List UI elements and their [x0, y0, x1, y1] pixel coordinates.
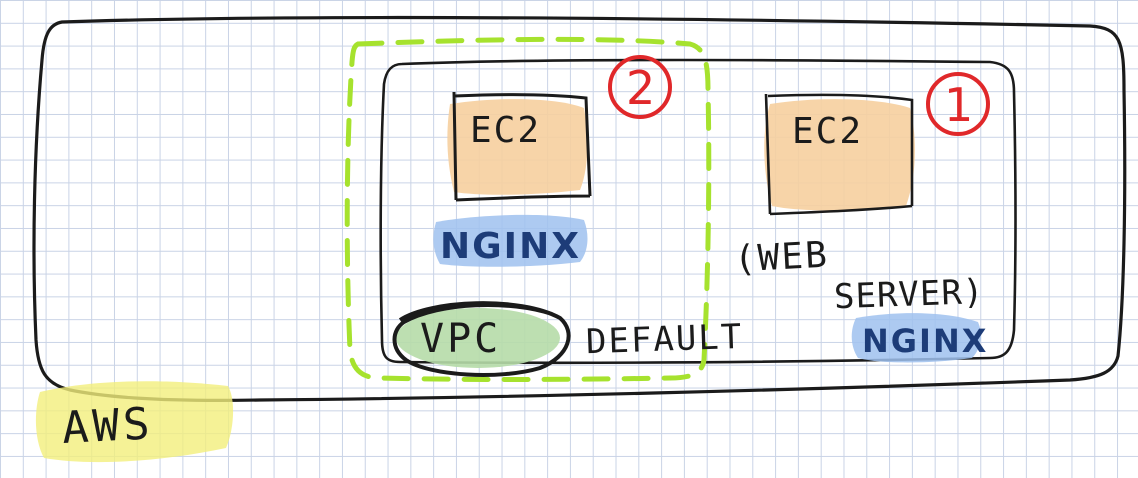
web-server-line2: SERVER) — [833, 272, 985, 317]
nginx-1-label: NGINX — [862, 322, 988, 360]
nginx-2-label: NGINX — [440, 226, 581, 267]
web-server-line1: (WEB — [733, 235, 830, 281]
instance-2-number: 2 — [626, 61, 655, 115]
ec2-2-label: EC2 — [470, 110, 541, 151]
vpc-label: VPC — [420, 316, 501, 362]
instance-1-number: 1 — [944, 78, 973, 132]
default-label: DEFAULT — [585, 317, 744, 362]
aws-label: AWS — [61, 398, 155, 454]
architecture-diagram: AWS EC2 NGINX 2 EC2 1 (WEB SERVER) NGINX… — [32, 16, 1127, 463]
ec2-1-label: EC2 — [792, 111, 863, 152]
